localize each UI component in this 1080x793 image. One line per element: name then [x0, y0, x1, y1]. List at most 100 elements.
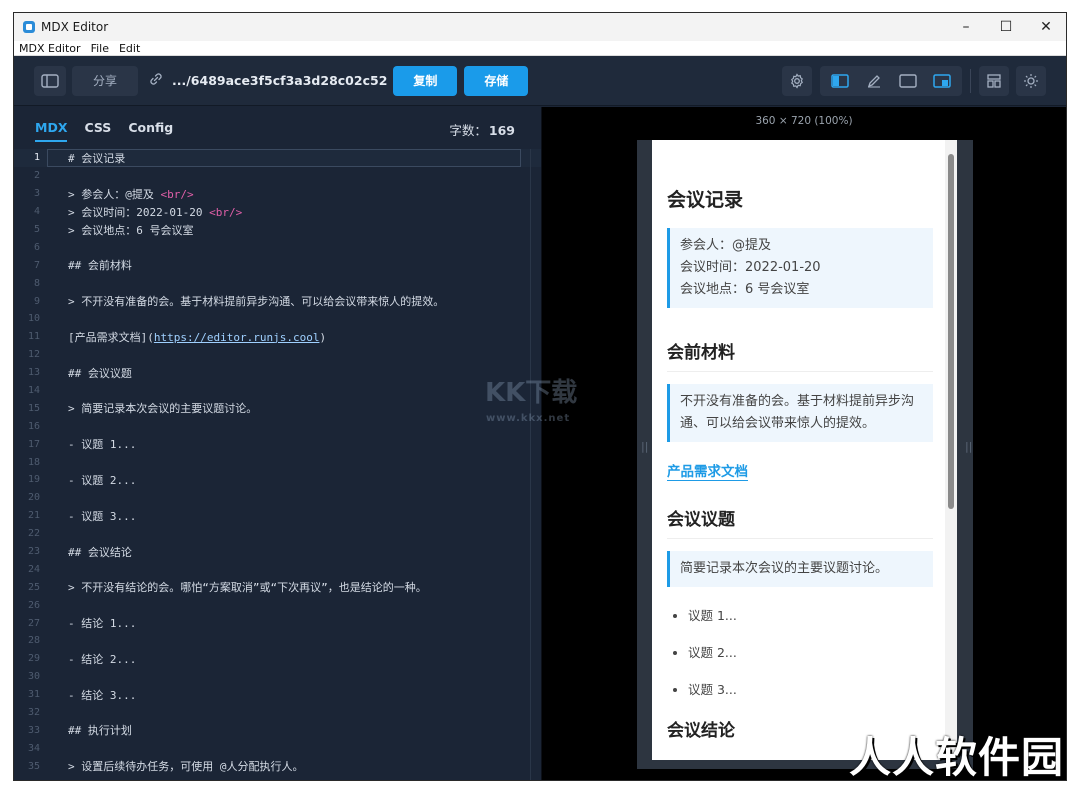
- view-mode-group: [820, 65, 962, 96]
- line-number: 16: [27, 420, 40, 432]
- line-number: 26: [27, 599, 40, 611]
- editor-scroll-gutter[interactable]: [530, 149, 533, 780]
- code-line[interactable]: 21 - 议题 3...: [14, 507, 541, 525]
- code-line[interactable]: 18: [14, 453, 541, 471]
- preview-scrollbar[interactable]: [945, 140, 957, 760]
- settings-button[interactable]: [782, 65, 812, 96]
- close-button[interactable]: ✕: [1026, 13, 1066, 41]
- resize-handle-right[interactable]: ||: [965, 440, 972, 453]
- line-number: 12: [27, 349, 40, 361]
- theme-toggle-button[interactable]: [1016, 65, 1046, 96]
- code-line[interactable]: 10: [14, 310, 541, 328]
- code-line[interactable]: 5 > 会议地点：6 号会议室: [14, 221, 541, 239]
- code-line[interactable]: 30: [14, 668, 541, 686]
- tab-css[interactable]: CSS: [84, 107, 111, 147]
- code-line[interactable]: 7 ## 会前材料: [14, 256, 541, 274]
- copy-button[interactable]: 复制: [393, 65, 458, 96]
- code-line[interactable]: 17 - 议题 1...: [14, 435, 541, 453]
- code-line[interactable]: 32: [14, 704, 541, 722]
- code-line[interactable]: 6: [14, 238, 541, 256]
- code-line[interactable]: 23 ## 会议结论: [14, 543, 541, 561]
- line-number: 29: [27, 653, 40, 665]
- link-icon[interactable]: [148, 71, 166, 91]
- code-line[interactable]: 25 > 不开没有结论的会。哪怕“方案取消”或“下次再议”，也是结论的一种。: [14, 578, 541, 596]
- edit-view-button[interactable]: [857, 68, 891, 94]
- code-line[interactable]: 35 > 设置后续待办任务，可使用 @人分配执行人。: [14, 757, 541, 775]
- code-line[interactable]: 4 > 会议时间：2022-01-20 <br/>: [14, 203, 541, 221]
- code-line[interactable]: 26: [14, 596, 541, 614]
- gear-icon: [791, 72, 803, 89]
- preview-heading-topics: 会议议题: [667, 505, 933, 539]
- line-number: 7: [33, 259, 40, 271]
- line-number: 6: [33, 241, 40, 253]
- code-line[interactable]: 13 ## 会议议题: [14, 364, 541, 382]
- code-line[interactable]: 33 ## 执行计划: [14, 722, 541, 740]
- maximize-button[interactable]: ☐: [986, 13, 1026, 41]
- code-line[interactable]: 16: [14, 417, 541, 435]
- line-number: 18: [27, 456, 40, 468]
- code-line[interactable]: 20: [14, 489, 541, 507]
- code-line[interactable]: 15 > 简要记录本次会议的主要议题讨论。: [14, 399, 541, 417]
- preview-topic-list: 议题 1... 议题 2... 议题 3...: [667, 605, 933, 698]
- code-line[interactable]: 9 > 不开没有准备的会。基于材料提前异步沟通、可以给会议带来惊人的提效。: [14, 292, 541, 310]
- line-text: > 会议地点：6 号会议室: [68, 223, 194, 237]
- word-count: 字数： 169: [449, 120, 515, 139]
- code-line[interactable]: 19 - 议题 2...: [14, 471, 541, 489]
- menu-file[interactable]: File: [86, 42, 114, 55]
- line-number: 27: [27, 617, 40, 629]
- menu-bar: MDX Editor File Edit: [14, 41, 1066, 56]
- preview-view-button[interactable]: [891, 68, 925, 94]
- resize-handle-left[interactable]: ||: [641, 440, 648, 453]
- preview-attendees: 参会人：@提及: [680, 238, 772, 253]
- line-text: > 不开没有结论的会。哪怕“方案取消”或“下次再议”，也是结论的一种。: [68, 581, 427, 595]
- tab-config[interactable]: Config: [128, 107, 173, 147]
- menu-edit[interactable]: Edit: [114, 42, 145, 55]
- line-number: 23: [27, 546, 40, 558]
- line-number: 28: [27, 635, 40, 647]
- preview-quote-meta: 参会人：@提及 会议时间：2022-01-20 会议地点：6 号会议室: [667, 228, 933, 308]
- preview-meeting-place: 会议地点：6 号会议室: [680, 282, 810, 297]
- line-number: 22: [27, 528, 40, 540]
- save-button[interactable]: 存储: [464, 65, 529, 96]
- edit-icon: [867, 74, 880, 88]
- code-line[interactable]: 3 > 参会人：@提及 <br/>: [14, 185, 541, 203]
- code-editor[interactable]: 1 # 会议记录 2 3 > 参会人：@提及 <br/> 4 > 会议时间：2022-01-…: [14, 149, 541, 780]
- code-line[interactable]: 8: [14, 274, 541, 292]
- code-line[interactable]: 2: [14, 167, 541, 185]
- line-number: 24: [27, 563, 40, 575]
- minimize-button[interactable]: –: [946, 13, 986, 41]
- line-text: ## 会前材料: [68, 259, 132, 273]
- code-line[interactable]: 22: [14, 525, 541, 543]
- code-line[interactable]: 12: [14, 346, 541, 364]
- editor-pane: MDX CSS Config 字数： 169 1 # 会议记录 2 3 > 参会人：@提及…: [14, 107, 542, 780]
- app-logo-icon: [23, 21, 35, 33]
- line-number: 13: [27, 367, 40, 379]
- line-text: - 结论 2...: [68, 652, 137, 666]
- share-button[interactable]: 分享: [72, 65, 138, 96]
- code-line[interactable]: 11 [产品需求文档](https://editor.runjs.cool): [14, 328, 541, 346]
- code-line[interactable]: 27 - 结论 1...: [14, 614, 541, 632]
- code-line[interactable]: 31 - 结论 3...: [14, 686, 541, 704]
- line-number: 17: [27, 438, 40, 450]
- code-line[interactable]: 1 # 会议记录: [14, 149, 541, 167]
- code-line[interactable]: 14: [14, 382, 541, 400]
- code-line[interactable]: 29 - 结论 2...: [14, 650, 541, 668]
- line-text: - 结论 3...: [68, 688, 137, 702]
- line-number: 34: [27, 742, 40, 754]
- menu-app[interactable]: MDX Editor: [14, 42, 86, 55]
- preview-doc-link[interactable]: 产品需求文档: [667, 460, 748, 481]
- line-number: 4: [33, 206, 40, 218]
- code-line[interactable]: 24: [14, 560, 541, 578]
- preview-scroll-thumb[interactable]: [948, 154, 954, 509]
- code-line[interactable]: 34: [14, 739, 541, 757]
- toggle-sidebar-button[interactable]: [34, 65, 66, 96]
- line-number: 35: [27, 760, 40, 772]
- split-view-button[interactable]: [823, 68, 857, 94]
- mobile-preview-button[interactable]: [925, 68, 959, 94]
- line-text: > 设置后续待办任务，可使用 @人分配执行人。: [68, 760, 304, 774]
- toolbar: 分享 .../6489ace3f5cf3a3d28c02c52 复制 存储: [14, 56, 1066, 106]
- code-line[interactable]: 28: [14, 632, 541, 650]
- layout-button[interactable]: [979, 65, 1009, 96]
- line-number: 30: [27, 671, 40, 683]
- tab-mdx[interactable]: MDX: [35, 107, 68, 147]
